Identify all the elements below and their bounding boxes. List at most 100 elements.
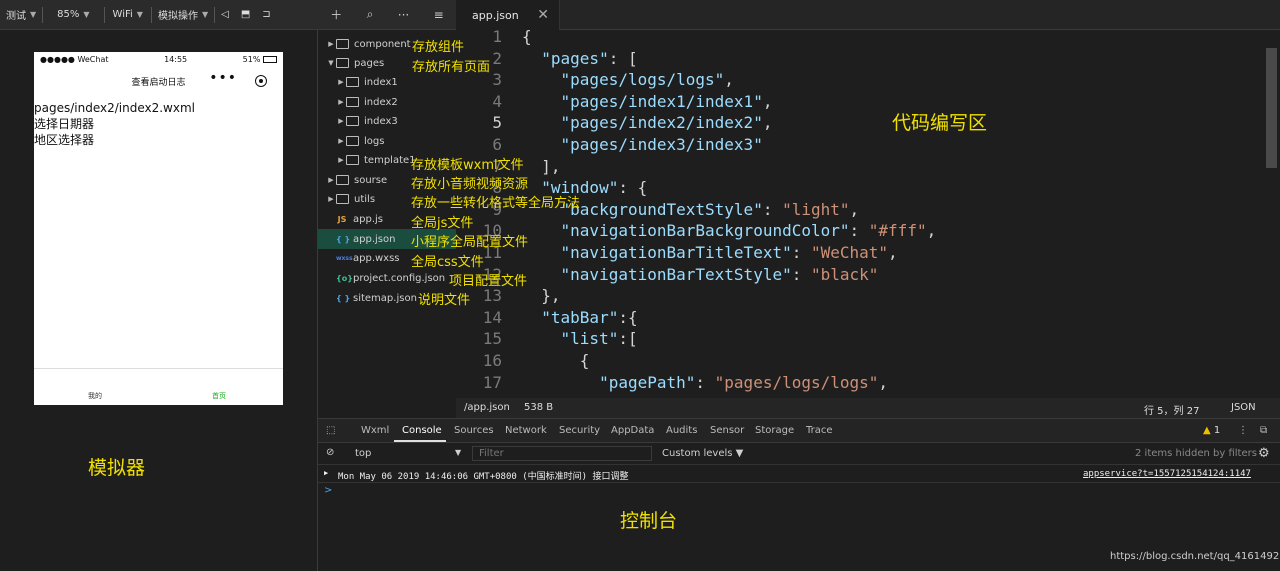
- plus-icon[interactable]: ＋: [330, 6, 342, 23]
- date-picker[interactable]: 选择日期器: [34, 116, 283, 132]
- phone-tab-bar: 我的 首页: [34, 368, 283, 405]
- chevron-down-icon[interactable]: ▼: [455, 448, 461, 457]
- folder-icon: [336, 175, 349, 185]
- tab-appdata[interactable]: AppData: [611, 425, 654, 436]
- chevron-right-icon: ▶: [338, 137, 344, 145]
- gear-icon[interactable]: ⚙: [1258, 446, 1270, 461]
- code-line[interactable]: {: [522, 30, 532, 46]
- battery: 51%: [243, 55, 277, 64]
- hidden-items-count: 2 items hidden by filters: [1135, 448, 1257, 459]
- context-select[interactable]: top: [355, 448, 371, 459]
- console-prompt[interactable]: >: [324, 485, 332, 496]
- log-source-link[interactable]: appservice?t=1557125154124:1147: [1083, 469, 1251, 479]
- tab-sensor[interactable]: Sensor: [710, 425, 744, 436]
- tab-storage[interactable]: Storage: [755, 425, 794, 436]
- more-icon[interactable]: ···: [398, 8, 409, 22]
- console-log-row: ▶ Mon May 06 2019 14:46:06 GMT+0800 (中国标…: [318, 465, 1280, 483]
- inspect-icon[interactable]: ⬚: [326, 425, 335, 436]
- close-icon[interactable]: ✕: [537, 7, 549, 23]
- code-editor[interactable]: 1 2 3 4 5 6 7 8 9 10 11 12 13 14 15 16 17 { "pages": [ "…: [456, 30, 1280, 398]
- mode-select[interactable]: 测试 ▼: [0, 0, 42, 29]
- chevron-down-icon: ▼: [83, 10, 90, 19]
- code-line[interactable]: "pagePath": "pages/logs/logs",: [522, 373, 888, 392]
- tab-audits[interactable]: Audits: [666, 425, 697, 436]
- folder-icon: [346, 155, 359, 165]
- expand-arrow-icon[interactable]: ▶: [324, 469, 328, 477]
- carrier: ●●●●● WeChat: [40, 54, 109, 64]
- code-line[interactable]: "pages/logs/logs",: [522, 70, 734, 89]
- code-line[interactable]: "pages": [: [522, 49, 637, 68]
- code-line[interactable]: "list":[: [522, 329, 638, 348]
- tab-security[interactable]: Security: [559, 425, 600, 436]
- detach-icon[interactable]: ⊐: [256, 0, 276, 29]
- code-line[interactable]: {: [522, 351, 590, 370]
- active-tab-underline: [394, 440, 446, 442]
- annotation-appjson: 小程序全局配置文件: [411, 235, 529, 250]
- tree-item-index3[interactable]: ▶ index3: [318, 111, 474, 131]
- close-capsule-icon[interactable]: [255, 75, 267, 87]
- json-file-icon: { }: [336, 234, 351, 244]
- undock-icon[interactable]: ⧉: [1260, 425, 1267, 436]
- simulator-toolbar: 测试 ▼ 85% ▼ WiFi ▼ 模拟操作 ▼ ◁ ⬒ ⊐: [0, 0, 318, 30]
- json-file-icon: { }: [336, 293, 351, 303]
- chevron-right-icon: ▶: [328, 176, 334, 184]
- tab-home[interactable]: 首页: [212, 391, 226, 401]
- tab-network[interactable]: Network: [505, 425, 547, 436]
- wxss-file-icon: wxss: [336, 254, 353, 262]
- line-number: 6: [492, 135, 502, 154]
- devtools-tab-bar: ⬚ Wxml Console Sources Network Security …: [318, 419, 1280, 443]
- menu-dots-icon[interactable]: •••: [209, 70, 237, 86]
- clear-console-icon[interactable]: ⊘: [326, 447, 334, 458]
- volume-icon[interactable]: ◁: [215, 0, 235, 29]
- annotation-sitemap: 说明文件: [418, 293, 471, 308]
- collapse-icon[interactable]: ≡: [434, 8, 444, 22]
- tab-app-json[interactable]: app.json ✕: [456, 0, 560, 30]
- tab-trace[interactable]: Trace: [806, 425, 833, 436]
- code-line[interactable]: "pages/index1/index1",: [522, 92, 773, 111]
- code-line[interactable]: "pages/index2/index2",: [522, 113, 773, 132]
- code-line[interactable]: "pages/index3/index3": [522, 135, 763, 154]
- more-vert-icon[interactable]: ⋮: [1238, 425, 1248, 436]
- chevron-down-icon: ▼: [201, 10, 209, 19]
- phone-screen[interactable]: ●●●●● WeChat 14:55 51% 查看启动日志 ••• pages/…: [34, 52, 283, 405]
- tree-item-index1[interactable]: ▶ index1: [318, 72, 474, 92]
- annotation-appjs: 全局js文件: [411, 216, 474, 231]
- line-number: 16: [482, 351, 502, 370]
- chevron-right-icon: ▶: [338, 156, 344, 164]
- tab-label: app.json: [472, 8, 519, 22]
- tab-sources[interactable]: Sources: [454, 425, 494, 436]
- folder-icon: [346, 77, 359, 87]
- cursor-position[interactable]: 行 5，列 27: [1144, 402, 1199, 417]
- rotate-icon[interactable]: ⬒: [235, 0, 256, 29]
- log-levels-select[interactable]: Custom levels ▼: [662, 448, 743, 459]
- zoom-select[interactable]: 85% ▼: [43, 0, 103, 29]
- editor-status-bar: /app.json 538 B 行 5，列 27 JSON: [456, 398, 1280, 418]
- filter-input[interactable]: Filter: [472, 446, 652, 461]
- warning-icon[interactable]: ▲ 1: [1203, 425, 1220, 436]
- code-line[interactable]: "navigationBarBackgroundColor": "#fff",: [522, 221, 937, 240]
- watermark: https://blog.csdn.net/qq_41614928: [1110, 551, 1280, 562]
- line-number: 5: [492, 113, 502, 133]
- region-picker[interactable]: 地区选择器: [34, 132, 283, 148]
- code-line[interactable]: "navigationBarTextStyle": "black": [522, 265, 879, 284]
- code-line[interactable]: "tabBar":{: [522, 308, 637, 327]
- simulate-action-select[interactable]: 模拟操作 ▼: [152, 0, 214, 29]
- file-size: 538 B: [524, 402, 554, 413]
- tree-item-index2[interactable]: ▶ index2: [318, 92, 474, 112]
- tab-wxml[interactable]: Wxml: [361, 425, 389, 436]
- tab-console[interactable]: Console: [402, 425, 442, 436]
- language-mode[interactable]: JSON: [1231, 402, 1256, 413]
- code-line[interactable]: "navigationBarTitleText": "WeChat",: [522, 243, 898, 262]
- code-line[interactable]: },: [522, 286, 560, 305]
- chevron-down-icon: ▼: [328, 59, 334, 67]
- tree-item-logs[interactable]: ▶ logs: [318, 131, 474, 151]
- search-icon[interactable]: ⌕: [367, 7, 374, 22]
- tab-mine[interactable]: 我的: [88, 391, 102, 401]
- console-filter-bar: ⊘ top ▼ Filter Custom levels ▼ 2 items h…: [318, 443, 1280, 465]
- line-number: 17: [482, 372, 502, 392]
- line-number: 15: [482, 329, 502, 349]
- editor-scrollbar[interactable]: [1266, 48, 1277, 168]
- line-number: 4: [492, 91, 502, 111]
- folder-open-icon: [336, 58, 349, 68]
- network-select[interactable]: WiFi ▼: [105, 0, 151, 29]
